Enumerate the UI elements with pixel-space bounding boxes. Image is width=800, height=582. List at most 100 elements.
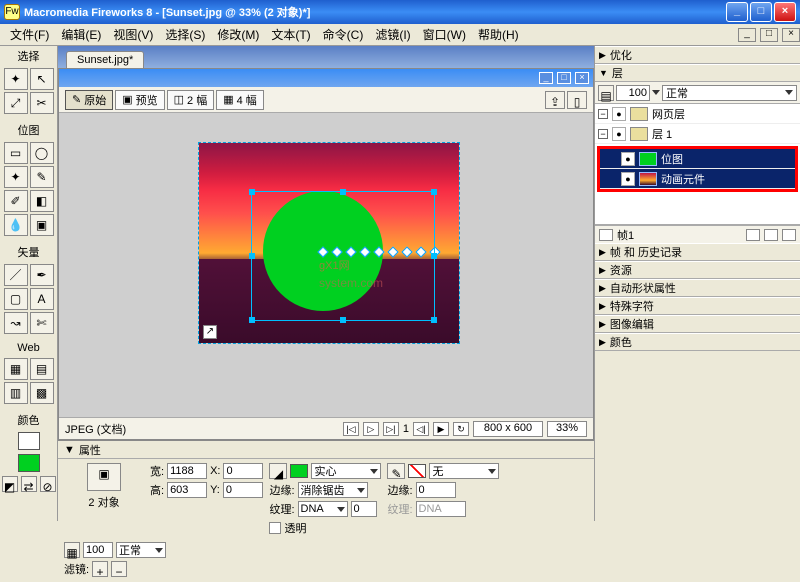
play-first[interactable]: |◁ xyxy=(343,422,359,436)
play-play[interactable]: ▷ xyxy=(363,422,379,436)
panel-frames[interactable]: ▶帧 和 历史记录 xyxy=(595,243,800,261)
sel-handle[interactable] xyxy=(249,189,255,195)
new-layer-icon[interactable]: ▤ xyxy=(598,85,614,101)
stroke-color-swatch[interactable] xyxy=(408,464,426,478)
panel-chars[interactable]: ▶特殊字符 xyxy=(595,297,800,315)
delete-layer-icon[interactable] xyxy=(782,229,796,241)
sel-handle[interactable] xyxy=(249,253,255,259)
layer-item-bitmap[interactable]: ● 位图 xyxy=(600,149,795,169)
brush-tool[interactable]: ✎ xyxy=(30,166,54,188)
view-original[interactable]: ✎原始 xyxy=(65,90,113,110)
stroke-type-dd[interactable]: 无 xyxy=(429,463,499,479)
fill-picker-icon[interactable]: ◢ xyxy=(269,463,287,479)
canvas[interactable]: ↗ gX1网 system.com xyxy=(59,113,593,417)
hide-slice-tool[interactable]: ▥ xyxy=(4,382,28,404)
y-input[interactable] xyxy=(223,482,263,498)
new-layer2-icon[interactable] xyxy=(764,229,778,241)
fill-edge-dd[interactable]: 消除锯齿 xyxy=(298,482,368,498)
sel-handle[interactable] xyxy=(249,317,255,323)
menu-window[interactable]: 窗口(W) xyxy=(417,24,472,45)
blur-tool[interactable]: 💧 xyxy=(4,214,28,236)
fill-texture-dd[interactable]: DNA xyxy=(298,501,348,517)
menu-select[interactable]: 选择(S) xyxy=(159,24,211,45)
view-preview[interactable]: ▣预览 xyxy=(115,90,164,110)
opacity-dd-icon[interactable] xyxy=(652,90,660,95)
remove-filter-button[interactable]: − xyxy=(111,561,127,577)
maximize-button[interactable]: □ xyxy=(750,2,772,22)
menu-edit[interactable]: 编辑(E) xyxy=(55,24,107,45)
x-input[interactable] xyxy=(223,463,263,479)
mdi-restore[interactable]: □ xyxy=(760,28,778,42)
canvas-size-dd[interactable]: 800 x 600 xyxy=(473,421,543,437)
default-colors-icon[interactable]: ◩ xyxy=(2,476,18,492)
transparent-checkbox[interactable] xyxy=(269,522,281,534)
blend-mode-dd[interactable]: 正常 xyxy=(662,85,797,101)
menu-command[interactable]: 命令(C) xyxy=(317,24,370,45)
text-tool[interactable]: A xyxy=(30,288,54,310)
sel-handle[interactable] xyxy=(340,189,346,195)
stroke-swatch[interactable] xyxy=(18,432,40,450)
properties-head[interactable]: ▼属性 xyxy=(58,441,594,459)
menu-help[interactable]: 帮助(H) xyxy=(472,24,525,45)
menu-view[interactable]: 视图(V) xyxy=(107,24,159,45)
stroke-picker-icon[interactable]: ✎ xyxy=(387,463,405,479)
pen-tool[interactable]: ✒ xyxy=(30,264,54,286)
freeform-tool[interactable]: ↝ xyxy=(4,312,28,334)
view-4up[interactable]: ▦4 幅 xyxy=(216,90,264,110)
eye-icon[interactable]: ● xyxy=(612,127,626,141)
close-button[interactable]: × xyxy=(774,2,796,22)
prop-blend-dd[interactable]: 正常 xyxy=(116,542,166,558)
swap-colors-icon[interactable]: ⇄ xyxy=(21,476,37,492)
layer-opacity-input[interactable] xyxy=(616,85,650,101)
minimize-button[interactable]: _ xyxy=(726,2,748,22)
marquee-tool[interactable]: ▭ xyxy=(4,142,28,164)
subselect-tool[interactable]: ↖ xyxy=(30,68,54,90)
mdi-minimize[interactable]: _ xyxy=(738,28,756,42)
wand-tool[interactable]: ✦ xyxy=(4,166,28,188)
layer-row-1[interactable]: − ● 层 1 xyxy=(595,124,800,144)
menu-filter[interactable]: 滤镜(I) xyxy=(369,24,416,45)
zoom-dd[interactable]: 33% xyxy=(547,421,587,437)
fill-swatch[interactable] xyxy=(18,454,40,472)
panel-layers[interactable]: ▼层 xyxy=(595,64,800,82)
crop-tool[interactable]: ✂ xyxy=(30,92,54,114)
menu-text[interactable]: 文本(T) xyxy=(265,24,316,45)
doc-close[interactable]: × xyxy=(575,72,589,84)
panel-imgedit[interactable]: ▶图像编辑 xyxy=(595,315,800,333)
prop-opacity-input[interactable] xyxy=(83,542,113,558)
show-slice-tool[interactable]: ▩ xyxy=(30,382,54,404)
no-color-icon[interactable]: ⊘ xyxy=(40,476,56,492)
sel-handle[interactable] xyxy=(431,253,437,259)
stroke-edge-input[interactable] xyxy=(416,482,456,498)
layer-item-anim[interactable]: ● 动画元件 xyxy=(600,169,795,189)
frame-icon[interactable] xyxy=(599,229,613,241)
fold-icon[interactable]: − xyxy=(598,109,608,119)
doc-restore[interactable]: □ xyxy=(557,72,571,84)
pencil-tool[interactable]: ✐ xyxy=(4,190,28,212)
play-loop[interactable]: ↻ xyxy=(453,422,469,436)
line-tool[interactable]: ／ xyxy=(4,264,28,286)
menu-file[interactable]: 文件(F) xyxy=(4,24,55,45)
sel-handle[interactable] xyxy=(431,317,437,323)
play-prev2[interactable]: ◁| xyxy=(413,422,429,436)
panel-assets[interactable]: ▶资源 xyxy=(595,261,800,279)
rect-tool[interactable]: ▢ xyxy=(4,288,28,310)
height-input[interactable] xyxy=(167,482,207,498)
fill-texture-pct[interactable] xyxy=(351,501,377,517)
slice-tool[interactable]: ▤ xyxy=(30,358,54,380)
lasso-tool[interactable]: ◯ xyxy=(30,142,54,164)
menu-modify[interactable]: 修改(M) xyxy=(211,24,265,45)
panel-optimize[interactable]: ▶优化 xyxy=(595,46,800,64)
fill-color-swatch[interactable] xyxy=(290,464,308,478)
pointer-tool[interactable]: ✦ xyxy=(4,68,28,90)
new-sublayer-icon[interactable] xyxy=(746,229,760,241)
scale-tool[interactable]: ⤢ xyxy=(4,92,28,114)
panel-autoshape[interactable]: ▶自动形状属性 xyxy=(595,279,800,297)
play-next[interactable]: ▷| xyxy=(383,422,399,436)
sel-handle[interactable] xyxy=(340,317,346,323)
page-icon[interactable]: ▯ xyxy=(567,91,587,109)
doc-minimize[interactable]: _ xyxy=(539,72,553,84)
play-forward[interactable]: ▶ xyxy=(433,422,449,436)
add-filter-button[interactable]: + xyxy=(92,561,108,577)
hotspot-tool[interactable]: ▦ xyxy=(4,358,28,380)
